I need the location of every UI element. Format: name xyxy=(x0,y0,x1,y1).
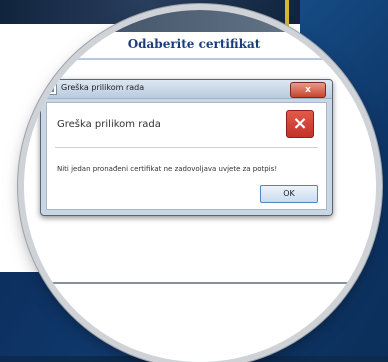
certificate-header-band xyxy=(60,10,328,32)
app-window-icon xyxy=(46,84,57,95)
dialog-message: Niti jedan pronađeni certifikat ne zadov… xyxy=(57,165,278,173)
window-divider xyxy=(40,282,370,284)
certificate-window-title: Odaberite certifikat xyxy=(127,37,261,51)
dialog-heading: Greška prilikom rada xyxy=(57,119,161,130)
dialog-titlebar[interactable]: Greška prilikom rada x xyxy=(41,80,332,99)
dialog-title: Greška prilikom rada xyxy=(61,83,145,92)
ok-button[interactable]: OK xyxy=(260,185,318,203)
dialog-body: Greška prilikom rada × Niti jedan pronađ… xyxy=(46,102,327,210)
close-button[interactable]: x xyxy=(290,82,326,98)
error-x-icon: × xyxy=(286,110,314,138)
error-dialog: Greška prilikom rada x Greška prilikom r… xyxy=(40,79,333,216)
magnifier-lens: Odaberite certifikat Greška prilikom rad… xyxy=(24,10,376,362)
dialog-divider xyxy=(55,147,318,148)
title-divider xyxy=(60,58,340,60)
